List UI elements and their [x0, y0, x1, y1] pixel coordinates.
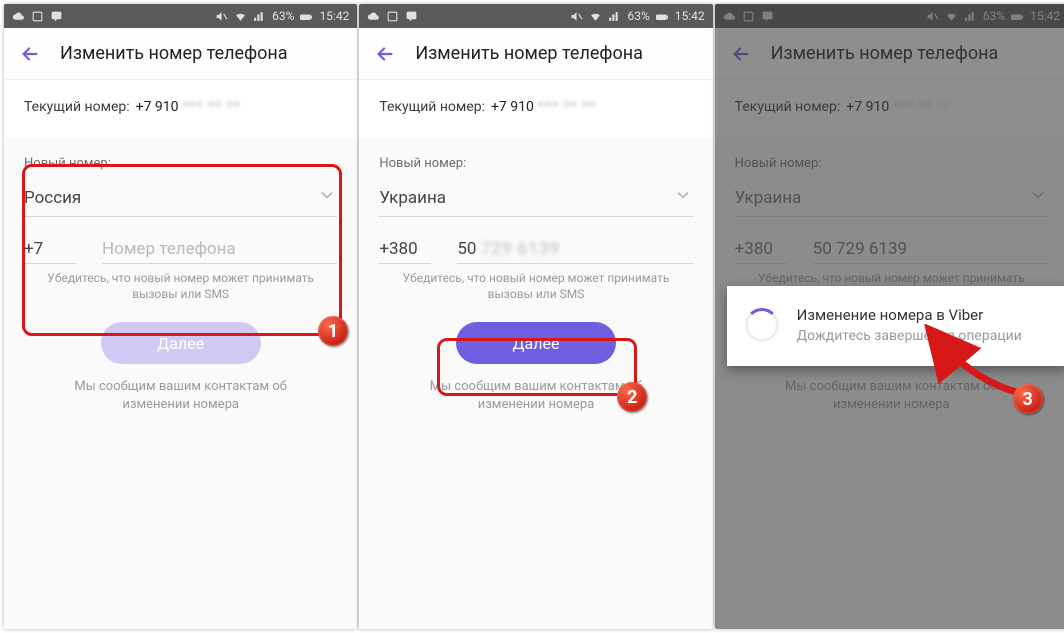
dialog-title: Изменение номера в Viber [797, 306, 1022, 324]
progress-dialog: Изменение номера в Viber Дождитесь завер… [727, 286, 1064, 366]
form-area: Новый номер: Украина +380 50 729 6139 Уб… [359, 138, 712, 629]
current-number-row: Текущий номер: +7 910 *** ** ** [4, 80, 357, 138]
country-select[interactable]: Украина [379, 179, 692, 217]
signal-icon [253, 10, 266, 23]
mute-icon [215, 10, 228, 23]
viber-icon [50, 10, 63, 23]
screenshot-panel-3: 63% 15:42 Изменить номер телефона Текущи… [715, 4, 1064, 629]
dialog-message: Дождитесь завершения операции [797, 328, 1022, 344]
page-title: Изменить номер телефона [415, 43, 643, 64]
new-number-label: Новый номер: [379, 156, 692, 171]
next-button[interactable]: Далее [456, 322, 616, 364]
clock-text: 15:42 [319, 9, 349, 23]
phone-input-row: +7 Номер телефона [24, 235, 337, 264]
back-button[interactable] [371, 40, 399, 68]
mute-icon [570, 10, 583, 23]
phone-input-row: +380 50 729 6139 [379, 235, 692, 264]
phone-number-field[interactable]: 50 729 6139 [457, 235, 692, 264]
country-value: Россия [24, 188, 81, 208]
battery-text: 63% [627, 9, 649, 23]
country-value: Украина [379, 188, 446, 208]
screenshot-icon [31, 10, 44, 23]
status-bar: 63% 15:42 [4, 4, 357, 28]
screenshot-icon [386, 10, 399, 23]
phone-hint: Убедитесь, что новый номер может принима… [379, 270, 692, 302]
cloud-icon [367, 10, 380, 23]
back-button[interactable] [16, 40, 44, 68]
wifi-icon [589, 10, 602, 23]
new-number-label: Новый номер: [24, 156, 337, 171]
chevron-down-icon [317, 185, 337, 210]
inform-contacts-note: Мы сообщим вашим контактам об изменении … [379, 378, 692, 413]
arrow-left-icon [19, 43, 41, 65]
current-number-hidden: *** ** ** [183, 99, 241, 115]
signal-icon [608, 10, 621, 23]
cloud-icon [12, 10, 25, 23]
spinner-icon [745, 308, 779, 342]
wifi-icon [234, 10, 247, 23]
clock-text: 15:42 [675, 9, 705, 23]
status-bar: 63% 15:42 [359, 4, 712, 28]
phone-hint: Убедитесь, что новый номер может принима… [24, 270, 337, 302]
next-button[interactable]: Далее [101, 322, 261, 364]
current-number-label: Текущий номер: [24, 99, 130, 115]
country-code-field[interactable]: +380 [379, 235, 431, 264]
battery-icon [656, 10, 669, 23]
screenshot-panel-1: 63% 15:42 Изменить номер телефона Текущи… [4, 4, 357, 629]
chevron-down-icon [673, 185, 693, 210]
page-title: Изменить номер телефона [60, 43, 288, 64]
current-number-row: Текущий номер: +7 910 *** ** ** [359, 80, 712, 138]
battery-icon [300, 10, 313, 23]
phone-number-field[interactable]: Номер телефона [102, 235, 337, 264]
phone-number-visible: 50 [457, 239, 476, 259]
battery-text: 63% [272, 9, 294, 23]
country-code-field[interactable]: +7 [24, 235, 76, 264]
phone-number-hidden: 729 6139 [481, 239, 560, 259]
country-select[interactable]: Россия [24, 179, 337, 217]
inform-contacts-note: Мы сообщим вашим контактам об изменении … [24, 378, 337, 413]
app-bar: Изменить номер телефона [359, 28, 712, 80]
screenshot-panel-2: 63% 15:42 Изменить номер телефона Текущи… [359, 4, 712, 629]
arrow-left-icon [374, 43, 396, 65]
form-area: Новый номер: Россия +7 Номер телефона Уб… [4, 138, 357, 629]
viber-icon [405, 10, 418, 23]
phone-placeholder: Номер телефона [102, 239, 236, 259]
current-number-visible: +7 910 [136, 99, 179, 115]
app-bar: Изменить номер телефона [4, 28, 357, 80]
